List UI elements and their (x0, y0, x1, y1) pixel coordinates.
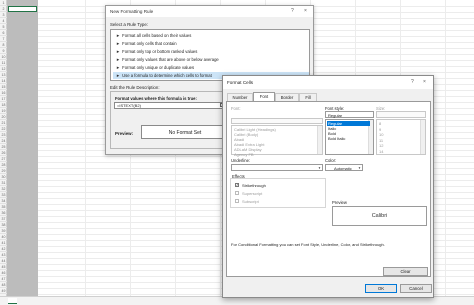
rule-type-label: Format only top or bottom ranked values (122, 49, 198, 54)
size-list-item: 10 (379, 132, 384, 137)
preview-label: Preview: (115, 131, 134, 136)
arrow-right-icon: ► (116, 41, 121, 46)
dialog-title: New Formatting Rule (110, 9, 154, 14)
tab-number[interactable]: Number (227, 93, 253, 101)
size-list-item: 8 (379, 121, 382, 126)
selected-column-a[interactable] (7, 0, 38, 296)
font-list-item: Agency FB (234, 152, 254, 157)
column-gridline (445, 0, 446, 296)
color-value: Automatic (334, 166, 352, 171)
size-list-item: 14 (379, 148, 384, 154)
size-list: 8 9 10 11 12 14 (376, 119, 426, 155)
font-style-item[interactable]: Bold Italic (328, 136, 345, 141)
rule-type-label: Format only values that are above or bel… (122, 57, 219, 62)
effects-group: ✓ Strikethrough Superscript Subscript (230, 178, 326, 208)
underline-label: Underline: (231, 158, 251, 163)
cancel-button[interactable]: Cancel (400, 284, 432, 293)
tab-fill[interactable]: Fill (299, 93, 317, 101)
rule-type-label: Format only cells that contain (122, 41, 177, 46)
superscript-label: Superscript (242, 191, 263, 196)
tab-border[interactable]: Border (275, 93, 299, 101)
size-list-item: 9 (379, 126, 382, 132)
font-input (231, 118, 323, 124)
strikethrough-checkbox[interactable]: ✓ (235, 183, 239, 187)
rule-type-item[interactable]: ► Format only cells that contain (113, 40, 309, 47)
preview-sample: Calibri (332, 206, 427, 226)
column-gridline (85, 0, 86, 296)
font-tab-panel: Font: Calibri Light (Headings) Calibri (B… (226, 101, 431, 277)
formula-label: Format values where this formula is true… (115, 96, 197, 101)
subscript-checkbox (235, 199, 239, 203)
scrollbar (317, 126, 322, 154)
size-list-item: 12 (379, 143, 384, 148)
format-cells-dialog: Format Cells ? × Number Font Border Fill… (222, 75, 434, 298)
subscript-label: Subscript (242, 199, 259, 204)
sheet-tab[interactable] (8, 298, 17, 304)
close-icon[interactable]: × (423, 79, 426, 85)
preview-label: Preview (332, 200, 347, 205)
row-headers: 1 2 3 4 5 6 7 8 9 10 11 12 13 14 15 16 17 18 19 20 21 22 23 24 2… (0, 0, 7, 296)
strikethrough-label: Strikethrough (242, 183, 266, 188)
scrollbar (420, 120, 425, 154)
size-input (376, 111, 426, 118)
font-label: Font: (231, 106, 241, 111)
chevron-down-icon: ▼ (318, 166, 321, 170)
font-style-list[interactable]: Regular Italic Bold Bold Italic (325, 119, 374, 155)
formula-input[interactable]: =ISTEXT(B2) (114, 102, 226, 109)
ok-button[interactable]: OK (365, 284, 397, 293)
color-dropdown[interactable]: Automatic ▼ (325, 164, 363, 171)
help-icon[interactable]: ? (291, 8, 294, 14)
row-number[interactable]: 49 (0, 288, 7, 294)
rule-type-item[interactable]: ► Format only values that are above or be… (113, 56, 309, 63)
arrow-right-icon: ► (116, 33, 121, 38)
rule-type-list[interactable]: ► Format all cells based on their values ►… (110, 29, 310, 81)
title-bar: Format Cells ? × (223, 76, 433, 89)
clear-button[interactable]: Clear (383, 267, 428, 276)
arrow-right-icon: ► (116, 73, 121, 78)
dialog-title: Format Cells (227, 80, 254, 85)
arrow-right-icon: ► (116, 57, 121, 62)
tab-font[interactable]: Font (253, 92, 275, 101)
font-style-value: Regular (328, 113, 343, 118)
preview-text: Calibri (371, 213, 388, 219)
superscript-checkbox (235, 191, 239, 195)
rule-type-item[interactable]: ► Format only top or bottom ranked values (113, 48, 309, 55)
font-style-input[interactable]: Regular (325, 111, 374, 118)
rule-type-item[interactable]: ► Format all cells based on their values (113, 32, 309, 39)
arrow-right-icon: ► (116, 49, 121, 54)
rule-type-label: Format all cells based on their values (122, 33, 192, 38)
preview-box: No Format Set (141, 125, 229, 139)
edit-description-label: Edit the Rule Description: (110, 85, 160, 90)
select-rule-type-label: Select a Rule Type: (110, 22, 148, 27)
chevron-down-icon: ▼ (358, 166, 361, 170)
color-label: Color: (325, 158, 337, 163)
rule-type-label: Format only unique or duplicate values (122, 65, 195, 70)
help-icon[interactable]: ? (411, 79, 414, 85)
active-cell[interactable] (8, 6, 37, 12)
close-icon[interactable]: × (304, 8, 307, 14)
font-list: Calibri Light (Headings) Calibri (Body) Ab… (231, 125, 323, 157)
rule-type-label: Use a formula to determine which cells t… (122, 73, 212, 78)
conditional-formatting-note: For Conditional Formatting you can set F… (231, 242, 385, 247)
underline-dropdown[interactable]: ▼ (231, 164, 323, 171)
size-list-item: 11 (379, 137, 384, 143)
arrow-right-icon: ► (116, 65, 121, 70)
title-bar: New Formatting Rule ? × (106, 6, 313, 17)
rule-type-item[interactable]: ► Format only unique or duplicate values (113, 64, 309, 71)
